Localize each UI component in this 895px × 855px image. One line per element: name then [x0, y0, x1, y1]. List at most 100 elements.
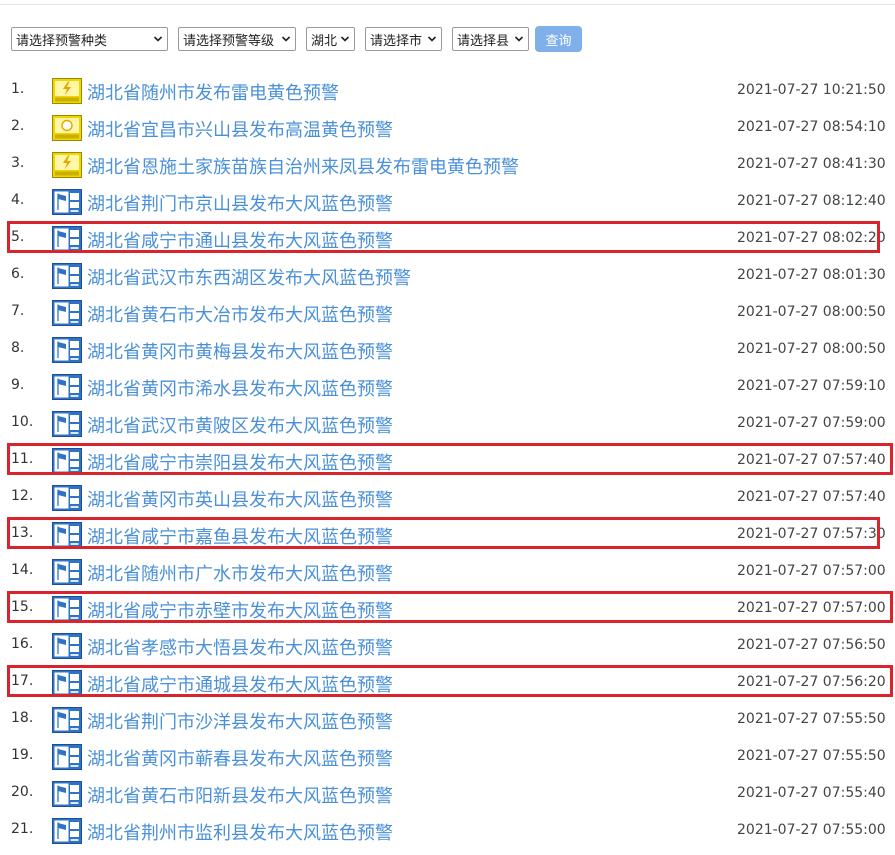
row-number: 19.	[11, 747, 34, 763]
chevron-down-icon	[340, 36, 350, 42]
city-select[interactable]: 请选择市	[365, 27, 442, 51]
warning-list: 1. 湖北省随州市发布雷电黄色预警 2021-07-27 10:21:50 2.…	[0, 72, 895, 849]
warning-title-link[interactable]: 湖北省随州市广水市发布大风蓝色预警	[87, 560, 393, 586]
warning-row: 4. 湖北省荆门市京山县发布大风蓝色预警 2021-07-27 08:12:40	[0, 183, 895, 220]
heat-yellow-icon	[52, 115, 82, 141]
warning-row: 12. 湖北省黄冈市英山县发布大风蓝色预警 2021-07-27 07:57:4…	[0, 479, 895, 516]
warning-time: 2021-07-27 10:21:50	[737, 82, 886, 98]
row-number: 16.	[11, 636, 34, 652]
county-select-value: 请选择县	[457, 33, 510, 49]
county-select[interactable]: 请选择县	[452, 27, 529, 51]
warning-row: 21. 湖北省荆州市监利县发布大风蓝色预警 2021-07-27 07:55:0…	[0, 812, 895, 849]
warning-row: 6. 湖北省武汉市东西湖区发布大风蓝色预警 2021-07-27 08:01:3…	[0, 257, 895, 294]
row-number: 5.	[11, 229, 25, 245]
warning-type-select[interactable]: 请选择预警种类	[11, 27, 168, 51]
row-number: 20.	[11, 784, 34, 800]
warning-row: 19. 湖北省黄冈市蕲春县发布大风蓝色预警 2021-07-27 07:55:5…	[0, 738, 895, 775]
warning-row: 7. 湖北省黄石市大冶市发布大风蓝色预警 2021-07-27 08:00:50	[0, 294, 895, 331]
wind-blue-icon	[52, 559, 82, 585]
row-number: 17.	[11, 673, 34, 689]
city-select-value: 请选择市	[370, 33, 423, 49]
wind-blue-icon	[52, 374, 82, 400]
thunder-yellow-icon	[52, 152, 82, 178]
wind-blue-icon	[52, 300, 82, 326]
warning-row: 2. 湖北省宜昌市兴山县发布高温黄色预警 2021-07-27 08:54:10	[0, 109, 895, 146]
warning-title-link[interactable]: 湖北省武汉市黄陂区发布大风蓝色预警	[87, 412, 393, 438]
warning-time: 2021-07-27 07:57:40	[737, 489, 886, 505]
warning-title-link[interactable]: 湖北省武汉市东西湖区发布大风蓝色预警	[87, 264, 411, 290]
warning-row: 16. 湖北省孝感市大悟县发布大风蓝色预警 2021-07-27 07:56:5…	[0, 627, 895, 664]
row-number: 12.	[11, 488, 34, 504]
warning-title-link[interactable]: 湖北省荆门市京山县发布大风蓝色预警	[87, 190, 393, 216]
warning-type-select-value: 请选择预警种类	[16, 33, 108, 49]
wind-blue-icon	[52, 226, 82, 252]
warning-time: 2021-07-27 07:55:00	[737, 822, 886, 838]
warning-level-select[interactable]: 请选择预警等级	[178, 27, 296, 51]
wind-blue-icon	[52, 670, 82, 696]
row-number: 3.	[11, 155, 25, 171]
warning-time: 2021-07-27 08:54:10	[737, 119, 886, 135]
warning-title-link[interactable]: 湖北省恩施土家族苗族自治州来凤县发布雷电黄色预警	[87, 153, 519, 179]
row-number: 11.	[11, 451, 34, 467]
wind-blue-icon	[52, 337, 82, 363]
warning-time: 2021-07-27 07:57:00	[737, 563, 886, 579]
warning-time: 2021-07-27 07:55:50	[737, 748, 886, 764]
warning-title-link[interactable]: 湖北省咸宁市通山县发布大风蓝色预警	[87, 227, 393, 253]
warning-title-link[interactable]: 湖北省宜昌市兴山县发布高温黄色预警	[87, 116, 393, 142]
warning-time: 2021-07-27 07:59:10	[737, 378, 886, 394]
province-select[interactable]: 湖北	[306, 27, 355, 51]
wind-blue-icon	[52, 522, 82, 548]
warning-title-link[interactable]: 湖北省荆州市监利县发布大风蓝色预警	[87, 819, 393, 845]
warning-time: 2021-07-27 08:00:50	[737, 341, 886, 357]
warning-title-link[interactable]: 湖北省黄冈市英山县发布大风蓝色预警	[87, 486, 393, 512]
warning-time: 2021-07-27 07:56:50	[737, 637, 886, 653]
warning-title-link[interactable]: 湖北省咸宁市嘉鱼县发布大风蓝色预警	[87, 523, 393, 549]
warning-title-link[interactable]: 湖北省孝感市大悟县发布大风蓝色预警	[87, 634, 393, 660]
chevron-down-icon	[514, 36, 524, 42]
wind-blue-icon	[52, 707, 82, 733]
warning-title-link[interactable]: 湖北省黄石市大冶市发布大风蓝色预警	[87, 301, 393, 327]
warning-level-select-value: 请选择预警等级	[183, 33, 275, 49]
warning-time: 2021-07-27 07:55:50	[737, 711, 886, 727]
warning-time: 2021-07-27 07:59:00	[737, 415, 886, 431]
warning-title-link[interactable]: 湖北省黄冈市黄梅县发布大风蓝色预警	[87, 338, 393, 364]
row-number: 2.	[11, 118, 25, 134]
warning-title-link[interactable]: 湖北省咸宁市通城县发布大风蓝色预警	[87, 671, 393, 697]
warning-title-link[interactable]: 湖北省黄冈市蕲春县发布大风蓝色预警	[87, 745, 393, 771]
row-number: 18.	[11, 710, 34, 726]
warning-row: 15. 湖北省咸宁市赤壁市发布大风蓝色预警 2021-07-27 07:57:0…	[0, 590, 895, 627]
wind-blue-icon	[52, 263, 82, 289]
query-button[interactable]: 查询	[535, 26, 582, 52]
warning-row: 8. 湖北省黄冈市黄梅县发布大风蓝色预警 2021-07-27 08:00:50	[0, 331, 895, 368]
warning-row: 20. 湖北省黄石市阳新县发布大风蓝色预警 2021-07-27 07:55:4…	[0, 775, 895, 812]
warning-row: 9. 湖北省黄冈市浠水县发布大风蓝色预警 2021-07-27 07:59:10	[0, 368, 895, 405]
province-select-value: 湖北	[311, 33, 338, 49]
thunder-yellow-icon	[52, 78, 82, 104]
warning-time: 2021-07-27 08:00:50	[737, 304, 886, 320]
wind-blue-icon	[52, 411, 82, 437]
chevron-down-icon	[281, 36, 291, 42]
warning-row: 14. 湖北省随州市广水市发布大风蓝色预警 2021-07-27 07:57:0…	[0, 553, 895, 590]
warning-time: 2021-07-27 08:12:40	[737, 193, 886, 209]
wind-blue-icon	[52, 818, 82, 844]
row-number: 14.	[11, 562, 34, 578]
chevron-down-icon	[153, 36, 163, 42]
warning-row: 13. 湖北省咸宁市嘉鱼县发布大风蓝色预警 2021-07-27 07:57:3…	[0, 516, 895, 553]
top-divider	[0, 4, 895, 5]
warning-title-link[interactable]: 湖北省咸宁市崇阳县发布大风蓝色预警	[87, 449, 393, 475]
row-number: 8.	[11, 340, 25, 356]
warning-row: 1. 湖北省随州市发布雷电黄色预警 2021-07-27 10:21:50	[0, 72, 895, 109]
wind-blue-icon	[52, 781, 82, 807]
warning-title-link[interactable]: 湖北省咸宁市赤壁市发布大风蓝色预警	[87, 597, 393, 623]
wind-blue-icon	[52, 485, 82, 511]
warning-row: 17. 湖北省咸宁市通城县发布大风蓝色预警 2021-07-27 07:56:2…	[0, 664, 895, 701]
warning-title-link[interactable]: 湖北省随州市发布雷电黄色预警	[87, 79, 339, 105]
warning-title-link[interactable]: 湖北省黄石市阳新县发布大风蓝色预警	[87, 782, 393, 808]
warning-time: 2021-07-27 07:57:30	[737, 526, 886, 542]
warning-title-link[interactable]: 湖北省荆门市沙洋县发布大风蓝色预警	[87, 708, 393, 734]
row-number: 15.	[11, 599, 34, 615]
warning-title-link[interactable]: 湖北省黄冈市浠水县发布大风蓝色预警	[87, 375, 393, 401]
filter-bar: 请选择预警种类 请选择预警等级 湖北 请选择市 请选择县 查询	[11, 26, 582, 52]
warning-row: 18. 湖北省荆门市沙洋县发布大风蓝色预警 2021-07-27 07:55:5…	[0, 701, 895, 738]
row-number: 6.	[11, 266, 25, 282]
